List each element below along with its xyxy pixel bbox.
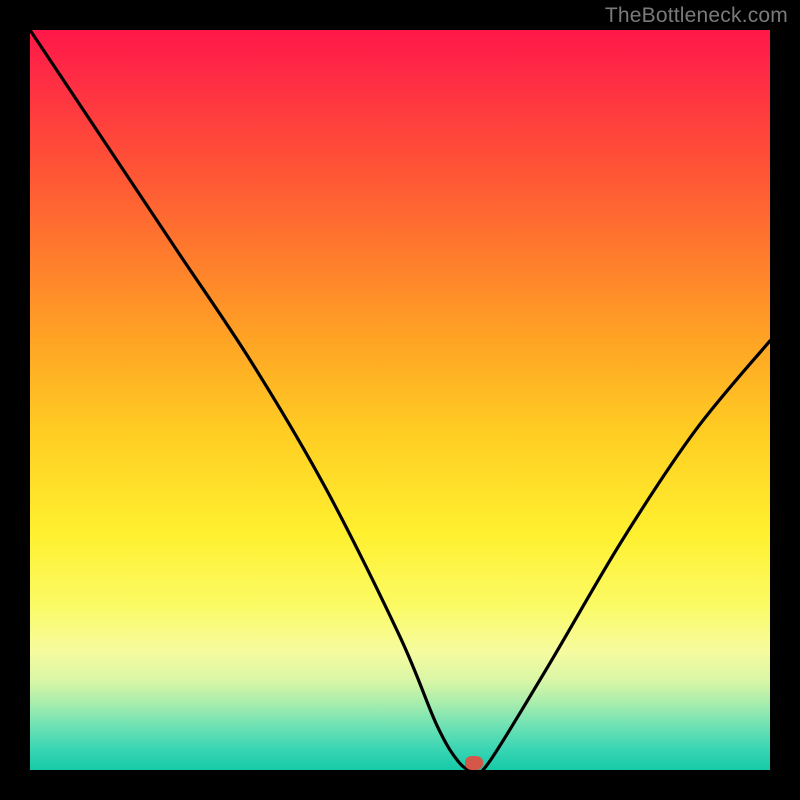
plot-area <box>30 30 770 770</box>
curve-path <box>30 30 770 770</box>
watermark-text: TheBottleneck.com <box>605 4 788 28</box>
chart-frame: TheBottleneck.com <box>0 0 800 800</box>
optimal-point-marker <box>465 756 483 770</box>
bottleneck-curve <box>30 30 770 770</box>
